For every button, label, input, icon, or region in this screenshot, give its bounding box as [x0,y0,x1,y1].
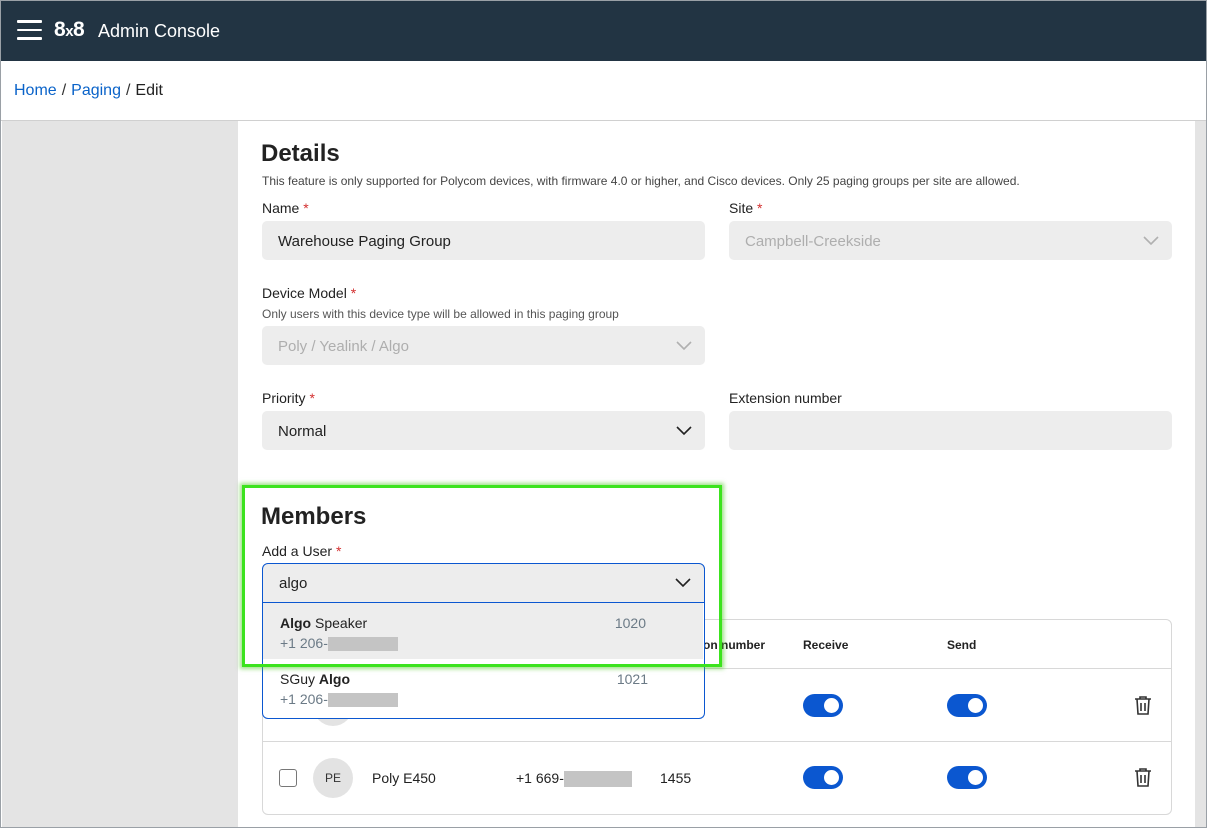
left-gutter [2,121,238,827]
option-phone: +1 206- [280,635,398,652]
receive-toggle[interactable] [803,694,843,717]
app-window: 8x8 Admin Console Home / Paging / Edit Detai… [0,0,1207,828]
option-extension: 1021 [616,671,648,687]
user-options-list: Algo Speaker +1 206- 1020 SGuy Algo +1 2… [262,603,705,719]
menu-icon[interactable] [17,20,42,40]
breadcrumb-home-link[interactable]: Home [14,82,57,99]
details-description: This feature is only supported for Polyc… [262,174,1020,188]
send-toggle[interactable] [947,766,987,789]
user-option[interactable]: SGuy Algo +1 206- 1021 [263,659,703,715]
user-option[interactable]: Algo Speaker +1 206- 1020 [263,603,703,659]
right-gutter [1195,121,1206,827]
name-label: Name * [262,200,309,216]
option-name: Algo Speaker [280,615,368,631]
add-user-input-value: algo [279,575,308,592]
receive-toggle[interactable] [803,766,843,789]
site-label: Site * [729,200,763,216]
top-bar: 8x8 Admin Console [1,1,1206,61]
trash-icon[interactable] [1132,694,1154,716]
members-heading: Members [261,503,367,530]
breadcrumb-paging-link[interactable]: Paging [71,82,121,99]
column-header-receive: Receive [803,638,849,652]
breadcrumb-separator: / [125,82,131,99]
redacted-number [563,771,632,788]
add-user-label: Add a User * [262,543,342,559]
redacted-number [327,637,398,652]
chevron-down-icon[interactable] [674,574,692,592]
option-extension: 1020 [614,615,646,631]
option-name: SGuy Algo [280,671,351,687]
device-model-value: Poly / Yealink / Algo [278,338,409,355]
details-heading: Details [261,140,340,167]
row-divider [263,741,1171,742]
extension-label: Extension number [729,390,842,406]
app-title: Admin Console [98,21,221,41]
column-header-send: Send [947,638,977,652]
member-phone: +1 669- [516,770,632,788]
member-extension: 1455 [660,770,692,786]
priority-value: Normal [278,423,327,440]
add-user-combobox[interactable]: algo [262,563,705,603]
site-value: Campbell-Creekside [745,233,881,250]
device-model-help: Only users with this device type will be… [262,307,619,321]
option-phone: +1 206- [280,691,398,708]
breadcrumb: Home / Paging / Edit [14,82,163,100]
name-field[interactable]: Warehouse Paging Group [262,221,705,260]
chevron-down-icon [676,426,692,436]
redacted-number [327,693,398,708]
device-model-select: Poly / Yealink / Algo [262,326,705,365]
breadcrumb-current: Edit [135,82,163,99]
row-checkbox[interactable] [279,769,297,787]
trash-icon[interactable] [1132,766,1154,788]
column-header-extension: on number [703,638,765,652]
site-select: Campbell-Creekside [729,221,1172,260]
chevron-down-icon [676,341,692,351]
member-name: Poly E450 [372,770,436,786]
brand-logo: 8x8 [54,18,85,41]
chevron-down-icon [1143,236,1159,246]
device-model-label: Device Model * [262,285,357,301]
extension-field[interactable] [729,411,1172,450]
send-toggle[interactable] [947,694,987,717]
avatar: PE [313,758,353,798]
priority-select[interactable]: Normal [262,411,705,450]
priority-label: Priority * [262,390,315,406]
breadcrumb-separator: / [61,82,67,99]
